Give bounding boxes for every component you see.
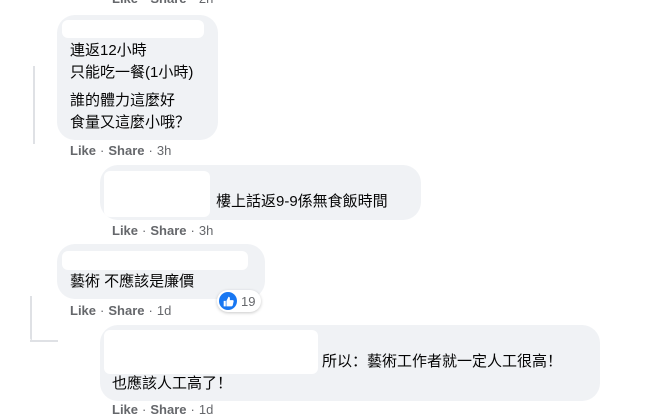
reaction-count: 19 xyxy=(241,293,256,309)
like-link[interactable]: Like xyxy=(112,223,138,238)
reaction-summary[interactable]: 19 xyxy=(217,290,262,312)
like-link[interactable]: Like xyxy=(112,0,138,6)
timestamp[interactable]: 1d xyxy=(157,303,171,318)
thread-line xyxy=(30,296,32,340)
thread-line xyxy=(30,340,58,342)
like-link[interactable]: Like xyxy=(70,303,96,318)
thread-line xyxy=(33,66,35,144)
comment-text-line: 只能吃一餐(1小時) xyxy=(70,64,194,81)
comment-text-line: 樓上話返9-9係無食飯時間 xyxy=(216,193,388,210)
redacted-author-name xyxy=(62,20,204,38)
timestamp[interactable]: 2h xyxy=(199,0,213,6)
comment-text-line: 誰的體力這麼好 xyxy=(70,92,176,109)
comment-actions: Like · Share · 1d xyxy=(70,303,172,318)
comment-text-line: 所以：藝術工作者就一定人工很高！ xyxy=(322,353,563,370)
share-link[interactable]: Share xyxy=(150,223,186,238)
thumbs-up-icon xyxy=(219,292,237,310)
timestamp[interactable]: 3h xyxy=(157,143,171,158)
share-link[interactable]: Share xyxy=(108,143,144,158)
like-link[interactable]: Like xyxy=(70,143,96,158)
redacted-author-name xyxy=(62,251,248,270)
timestamp[interactable]: 3h xyxy=(199,223,213,238)
comment-actions: Like·Share·2h xyxy=(112,0,213,6)
comment-text-line: 也應該人工高了！ xyxy=(112,375,233,392)
share-link[interactable]: Share xyxy=(108,303,144,318)
redacted-author-name xyxy=(104,330,318,374)
comment-text-line: 藝術 不應該是廉價 xyxy=(70,273,195,290)
comment-actions: Like · Share · 3h xyxy=(70,143,172,158)
comment-text-line: 食量又這麼小哦？ xyxy=(70,114,191,131)
comment-actions: Like · Share · 3h xyxy=(112,223,214,238)
redacted-author-name xyxy=(104,171,210,217)
share-link[interactable]: Share xyxy=(150,0,186,6)
comment-text-line: 連返12小時 xyxy=(70,42,147,59)
